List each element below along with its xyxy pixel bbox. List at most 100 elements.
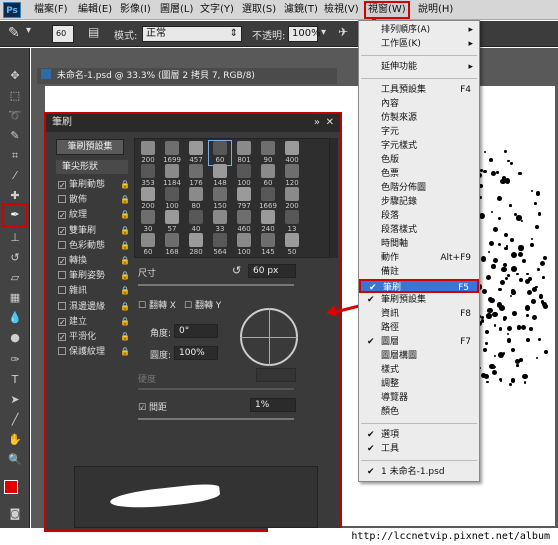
lock-icon[interactable]: 🔒 <box>120 330 130 344</box>
brush-option-row[interactable]: ✓ 筆刷動態 🔒 <box>58 178 130 192</box>
window-menu-item[interactable]: 圖層構圖 <box>359 349 479 363</box>
window-menu-item[interactable]: 工具 ✔ <box>359 442 479 456</box>
window-menu-item[interactable]: 工作區(K) ▸ <box>359 37 479 51</box>
option-checkbox[interactable]: ✓ <box>58 317 66 326</box>
crop-tool-icon[interactable]: ⌗ <box>6 148 24 164</box>
blur-tool-icon[interactable]: 💧 <box>6 310 24 326</box>
window-menu-item[interactable]: 字元樣式 <box>359 139 479 153</box>
brush-tip[interactable]: 50 <box>281 233 303 260</box>
window-menu-item[interactable]: 排列順序(A) ▸ <box>359 23 479 37</box>
lasso-tool-icon[interactable]: ➰ <box>6 108 24 124</box>
lock-icon[interactable]: 🔒 <box>120 315 130 329</box>
quick-mask-icon[interactable]: ◙ <box>6 506 24 522</box>
brush-option-row[interactable]: 散佈 🔒 <box>58 193 130 207</box>
menu-file[interactable]: 檔案(F) <box>34 3 68 17</box>
reset-size-icon[interactable]: ↺ <box>232 264 241 277</box>
hand-tool-icon[interactable]: ✋ <box>6 432 24 448</box>
spacing-slider[interactable] <box>138 418 294 420</box>
history-brush-tool-icon[interactable]: ↺ <box>6 250 24 266</box>
menu-layer[interactable]: 圖層(L) <box>160 3 193 17</box>
window-menu-item[interactable]: 段落 <box>359 209 479 223</box>
eyedropper-tool-icon[interactable]: ⁄ <box>6 168 24 184</box>
brush-picker-chevron-icon[interactable]: ▾ <box>26 25 31 36</box>
window-menu-item[interactable]: 顏色 <box>359 405 479 419</box>
window-menu-item[interactable]: 資訊 F8 <box>359 307 479 321</box>
window-menu-item[interactable]: 選項 ✔ <box>359 428 479 442</box>
brush-presets-button[interactable]: 筆刷預設集 <box>56 139 124 155</box>
brush-tip[interactable]: 60 <box>137 233 159 260</box>
type-tool-icon[interactable]: T <box>6 372 24 388</box>
window-menu-item[interactable]: 樣式 <box>359 363 479 377</box>
spacing-field[interactable]: 1% <box>250 398 296 412</box>
option-checkbox[interactable]: ✓ <box>58 211 66 220</box>
brush-tool-icon[interactable]: ✎ <box>8 25 20 41</box>
brush-tip[interactable]: 100 <box>233 233 255 260</box>
menu-item-brush[interactable]: 筆刷 ✔ F5 <box>359 279 479 293</box>
brush-tip[interactable]: 168 <box>161 233 183 260</box>
pen-tool-icon[interactable]: ✑ <box>6 352 24 368</box>
window-menu-item[interactable]: 工具預設集 F4 <box>359 83 479 97</box>
option-checkbox[interactable]: ✓ <box>58 257 66 266</box>
window-menu-item[interactable]: 字元 <box>359 125 479 139</box>
brush-tip[interactable]: 280 <box>185 233 207 260</box>
lock-icon[interactable]: 🔒 <box>120 193 130 207</box>
mode-select[interactable]: 正常 ⇕ <box>142 26 242 42</box>
menu-edit[interactable]: 編輯(E) <box>78 3 112 17</box>
window-menu-item[interactable]: 色票 <box>359 167 479 181</box>
brush-option-row[interactable]: ✓ 轉換 🔒 <box>58 254 130 268</box>
window-menu-item[interactable]: 備註 <box>359 265 479 279</box>
brush-option-row[interactable]: ✓ 雙筆刷 🔒 <box>58 224 130 238</box>
brush-size-preview[interactable]: 60 <box>52 25 74 43</box>
collapse-icon[interactable]: » <box>314 114 320 132</box>
window-menu-item[interactable]: 動作 Alt+F9 <box>359 251 479 265</box>
healing-tool-icon[interactable]: ✚ <box>6 188 24 204</box>
option-checkbox[interactable] <box>58 286 66 295</box>
option-checkbox[interactable] <box>58 301 66 310</box>
quick-select-tool-icon[interactable]: ✎ <box>6 128 24 144</box>
marquee-tool-icon[interactable]: ⬚ <box>6 88 24 104</box>
brush-option-row[interactable]: 濕邊邊緣 🔒 <box>58 300 130 314</box>
window-menu-item[interactable]: 仿製來源 <box>359 111 479 125</box>
zoom-tool-icon[interactable]: 🔍 <box>6 452 24 468</box>
spacing-checkbox[interactable]: ☑ 間距 <box>138 400 167 413</box>
brush-tip[interactable]: 145 <box>257 233 279 260</box>
lock-icon[interactable]: 🔒 <box>120 208 130 222</box>
option-checkbox[interactable]: ✓ <box>58 181 66 190</box>
option-checkbox[interactable]: ✓ <box>58 333 66 342</box>
line-tool-icon[interactable]: ╱ <box>6 412 24 428</box>
angle-field[interactable]: 0° <box>174 324 218 338</box>
window-menu-item[interactable]: 1 未命名-1.psd ✔ <box>359 465 479 479</box>
window-menu-item[interactable]: 筆刷預設集 ✔ <box>359 293 479 307</box>
angle-roundness-widget[interactable] <box>240 308 298 366</box>
document-tab[interactable]: 未命名-1.psd @ 33.3% (圖層 2 拷貝 7, RGB/8) <box>37 68 337 84</box>
opacity-field[interactable]: 100% <box>288 26 321 42</box>
menu-filter[interactable]: 濾鏡(T) <box>284 3 318 17</box>
lock-icon[interactable]: 🔒 <box>120 300 130 314</box>
brush-tool-icon[interactable]: ✒ <box>6 207 24 223</box>
window-menu-item[interactable]: 圖層 ✔ F7 <box>359 335 479 349</box>
brush-option-row[interactable]: 雜訊 🔒 <box>58 284 130 298</box>
option-checkbox[interactable] <box>58 195 66 204</box>
lock-icon[interactable]: 🔒 <box>120 239 130 253</box>
brush-option-row[interactable]: ✓ 紋理 🔒 <box>58 208 130 222</box>
menu-window[interactable]: 視窗(W) <box>364 1 410 19</box>
roundness-field[interactable]: 100% <box>174 346 218 360</box>
brush-panel-toggle-icon[interactable]: ▤ <box>88 25 99 39</box>
size-field[interactable]: 60 px <box>248 264 296 278</box>
stamp-tool-icon[interactable]: ⊥ <box>6 230 24 246</box>
menu-type[interactable]: 文字(Y) <box>200 3 234 17</box>
window-menu-item[interactable]: 色版 <box>359 153 479 167</box>
window-menu-item[interactable]: 路徑 <box>359 321 479 335</box>
option-checkbox[interactable] <box>58 240 66 249</box>
window-menu-item[interactable]: 調整 <box>359 377 479 391</box>
option-checkbox[interactable] <box>58 347 66 356</box>
path-select-tool-icon[interactable]: ➤ <box>6 392 24 408</box>
brush-option-row[interactable]: ✓ 平滑化 🔒 <box>58 330 130 344</box>
gradient-tool-icon[interactable]: ▦ <box>6 290 24 306</box>
brush-tip[interactable]: 564 <box>209 233 231 260</box>
window-menu-item[interactable]: 段落樣式 <box>359 223 479 237</box>
dodge-tool-icon[interactable]: ● <box>6 330 24 346</box>
lock-icon[interactable]: 🔒 <box>120 254 130 268</box>
menu-select[interactable]: 選取(S) <box>242 3 276 17</box>
brush-option-row[interactable]: 筆刷姿勢 🔒 <box>58 269 130 283</box>
